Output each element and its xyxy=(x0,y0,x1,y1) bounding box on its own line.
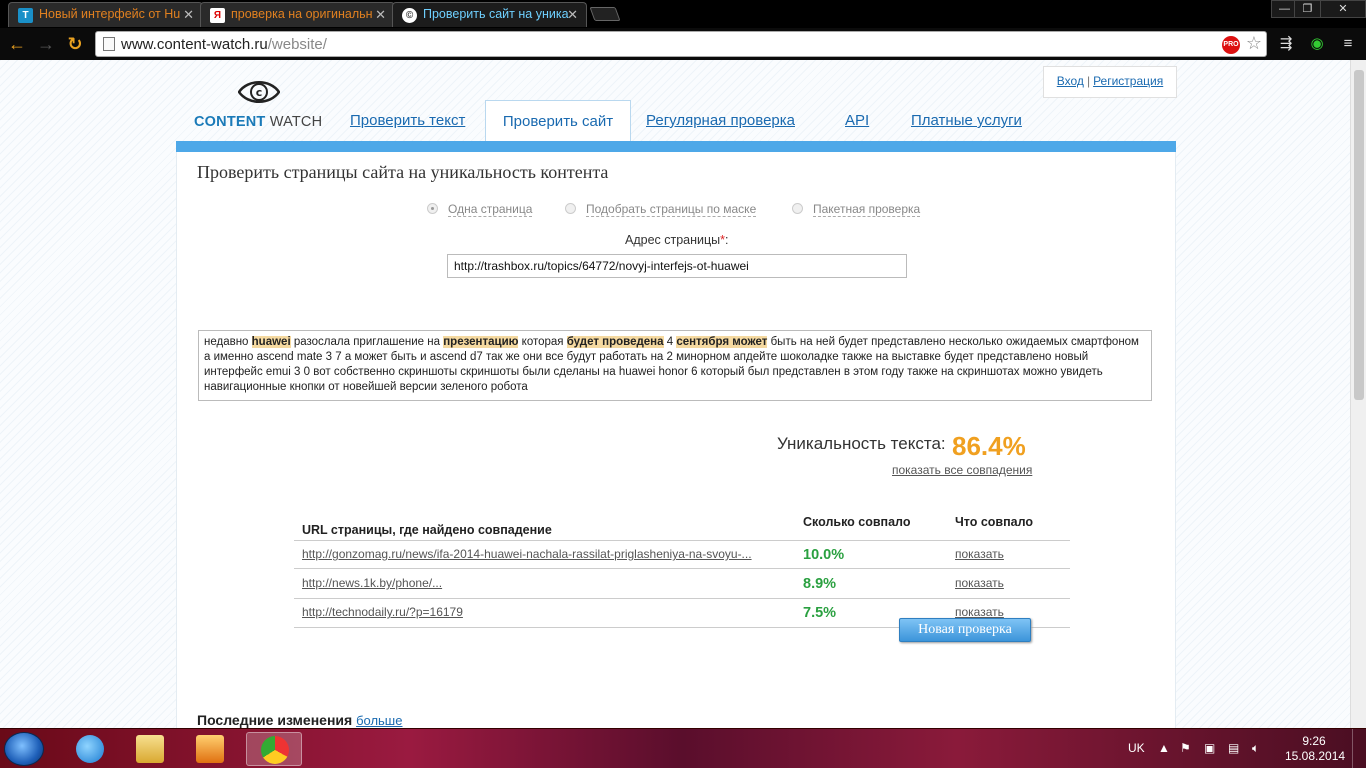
pro-extension-icon[interactable]: PRO xyxy=(1222,36,1240,54)
match-url-link[interactable]: http://technodaily.ru/?p=16179 xyxy=(302,605,463,619)
column-header-pct: Сколько совпало xyxy=(803,515,911,529)
content-watch-favicon-icon: © xyxy=(402,8,417,23)
address-bar[interactable]: www.content-watch.ru/website/ PRO ☆ xyxy=(95,31,1267,57)
table-row: http://news.1k.by/phone/... 8.9% показат… xyxy=(294,570,1070,599)
new-check-button[interactable]: Новая проверка xyxy=(899,618,1031,642)
close-tab-icon[interactable]: ✕ xyxy=(183,3,194,26)
forward-arrow-icon[interactable]: → xyxy=(36,34,56,54)
match-url-link[interactable]: http://news.1k.by/phone/... xyxy=(302,576,442,590)
close-tab-icon[interactable]: ✕ xyxy=(567,3,578,26)
yandex-favicon-icon: Я xyxy=(210,8,225,23)
bookmark-star-icon[interactable]: ☆ xyxy=(1246,33,1262,54)
taskbar-ie-icon[interactable] xyxy=(62,732,118,766)
show-desktop-button[interactable] xyxy=(1352,729,1366,768)
mode-single-page[interactable]: Одна страница xyxy=(427,202,533,217)
reload-icon[interactable]: ↻ xyxy=(65,34,85,54)
address-bar-url: www.content-watch.ru/website/ xyxy=(121,36,327,53)
radio-icon[interactable] xyxy=(565,203,576,214)
column-header-url: URL страницы, где найдено совпадение xyxy=(302,523,552,537)
tray-expand-icon[interactable]: ▲ xyxy=(1158,741,1170,755)
show-all-matches-link[interactable]: показать все совпадения xyxy=(892,463,1032,477)
page-icon xyxy=(103,37,115,51)
header-accent-band xyxy=(176,141,1176,152)
site-header: c CONTENT WATCH xyxy=(176,60,1176,152)
show-match-link[interactable]: показать xyxy=(955,576,1004,590)
start-button-icon[interactable] xyxy=(4,732,44,766)
show-match-link[interactable]: показать xyxy=(955,605,1004,619)
browser-tab-title: Проверить сайт на уника xyxy=(423,7,569,21)
browser-tab-3-active[interactable]: © Проверить сайт на уника ✕ xyxy=(392,2,587,27)
match-url-link[interactable]: http://gonzomag.ru/news/ifa-2014-huawei-… xyxy=(302,547,752,561)
mode-mask[interactable]: Подобрать страницы по маске xyxy=(565,202,757,217)
register-link[interactable]: Регистрация xyxy=(1093,74,1163,88)
browser-tabstrip: T Новый интерфейс от Hu ✕ Я проверка на … xyxy=(0,0,1366,28)
match-percent: 10.0% xyxy=(803,547,845,563)
matched-fragment: презентацию xyxy=(443,336,519,348)
new-tab-button[interactable] xyxy=(589,7,621,21)
text-fragment: недавно xyxy=(204,336,252,348)
uniqueness-value: 86.4% xyxy=(952,431,1026,461)
matched-fragment: будет проведена xyxy=(566,336,664,348)
browser-tab-title: Новый интерфейс от Hu xyxy=(39,7,181,21)
browser-tab-1[interactable]: T Новый интерфейс от Hu ✕ xyxy=(8,2,203,27)
volume-icon[interactable]: 🔈︎ xyxy=(1252,741,1259,756)
text-fragment: 4 xyxy=(663,336,677,348)
site-logo[interactable]: CONTENT WATCH xyxy=(194,114,322,130)
close-tab-icon[interactable]: ✕ xyxy=(375,3,386,26)
match-percent: 8.9% xyxy=(803,576,837,592)
text-fragment: которая xyxy=(518,336,567,348)
back-arrow-icon[interactable]: ← xyxy=(7,34,27,54)
nav-check-text[interactable]: Проверить текст xyxy=(350,112,465,129)
page-scrollbar[interactable] xyxy=(1350,60,1366,728)
grammarly-extension-icon[interactable]: ◉ xyxy=(1307,34,1327,54)
nav-regular-check[interactable]: Регулярная проверка xyxy=(646,112,795,129)
windows-taskbar: UK ▲ ⚑ ▣ ▤ 🔈︎ 9:26 15.08.2014 xyxy=(0,728,1366,768)
svg-text:c: c xyxy=(256,86,263,99)
main-content: Проверить страницы сайта на уникальность… xyxy=(176,152,1176,728)
content-watch-eye-logo-icon: c xyxy=(238,81,280,103)
radio-icon[interactable] xyxy=(792,203,803,214)
restore-window-icon[interactable]: ❐ xyxy=(1294,0,1321,18)
taskbar-media-player-icon[interactable] xyxy=(182,732,238,766)
recent-changes: Последние изменения больше xyxy=(197,712,403,728)
device-icon[interactable]: ▣ xyxy=(1204,741,1215,755)
matched-fragment: сентября может xyxy=(676,336,768,348)
page-viewport: c CONTENT WATCH Вход | Регистрация Провери… xyxy=(0,60,1350,728)
close-window-icon[interactable]: ✕ xyxy=(1320,0,1366,18)
network-icon[interactable]: ▤ xyxy=(1228,741,1239,755)
text-fragment: разослала приглашение на xyxy=(290,336,444,348)
nav-paid-services[interactable]: Платные услуги xyxy=(911,112,1022,129)
chrome-menu-icon[interactable]: ≡ xyxy=(1338,34,1358,54)
browser-tab-2[interactable]: Я проверка на оригинальн ✕ xyxy=(200,2,395,27)
checked-text-box[interactable]: недавно huawei разослала приглашение на … xyxy=(198,330,1152,401)
column-header-what: Что совпало xyxy=(955,515,1034,529)
scrollbar-thumb[interactable] xyxy=(1354,70,1364,400)
login-link[interactable]: Вход xyxy=(1057,74,1084,88)
browser-tab-title: проверка на оригинальн xyxy=(231,7,373,21)
nav-api[interactable]: API xyxy=(845,112,869,129)
matched-fragment: huawei xyxy=(251,336,291,348)
system-clock[interactable]: 9:26 15.08.2014 xyxy=(1285,734,1345,764)
language-indicator[interactable]: UK xyxy=(1128,741,1145,755)
auth-box: Вход | Регистрация xyxy=(1043,66,1177,98)
page-address-input[interactable] xyxy=(447,254,907,278)
extension-icon[interactable]: ⇶ xyxy=(1276,34,1296,54)
uniqueness-label: Уникальность текста: xyxy=(777,434,946,453)
taskbar-explorer-icon[interactable] xyxy=(122,732,178,766)
nav-check-site-active[interactable]: Проверить сайт xyxy=(485,100,631,146)
trashbox-favicon-icon: T xyxy=(18,8,33,23)
address-label: Адрес страницы*: xyxy=(625,233,729,247)
taskbar-chrome-icon[interactable] xyxy=(246,732,302,766)
recent-more-link[interactable]: больше xyxy=(356,713,402,728)
radio-icon[interactable] xyxy=(427,203,438,214)
show-match-link[interactable]: показать xyxy=(955,547,1004,561)
mode-batch[interactable]: Пакетная проверка xyxy=(792,202,921,217)
flag-icon[interactable]: ⚑ xyxy=(1180,741,1191,755)
match-percent: 7.5% xyxy=(803,605,837,621)
page-title: Проверить страницы сайта на уникальность… xyxy=(197,162,609,182)
table-row: http://gonzomag.ru/news/ifa-2014-huawei-… xyxy=(294,540,1070,569)
